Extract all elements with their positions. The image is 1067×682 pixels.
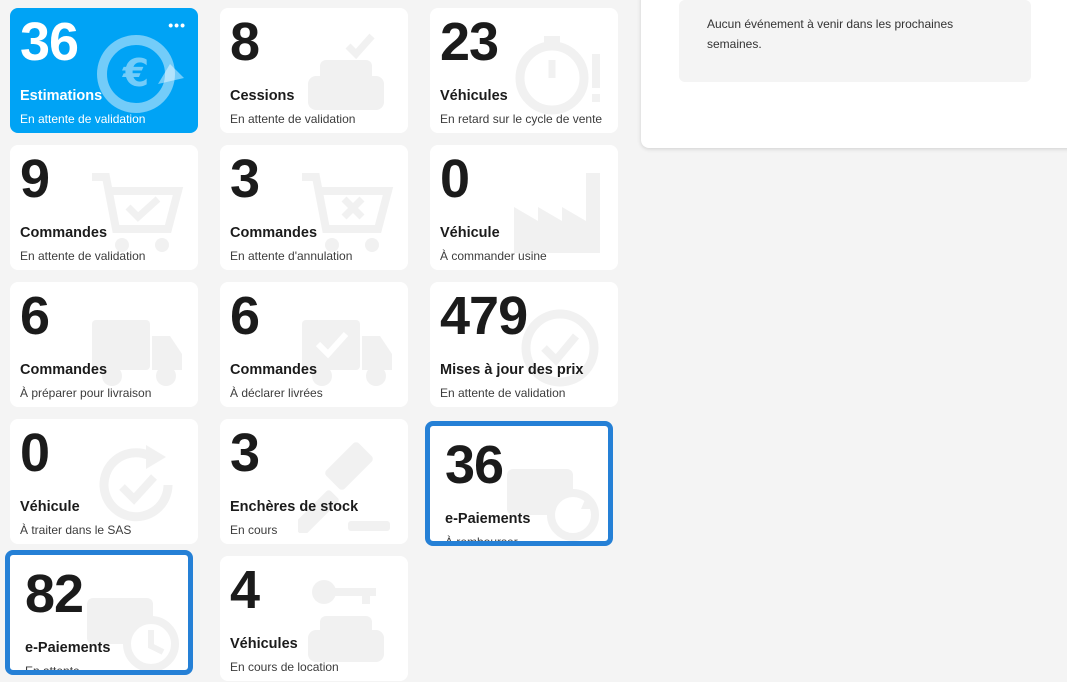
tile-orders-to-declare-delivered[interactable]: 6 Commandes À déclarer livrées: [220, 282, 408, 407]
payment-clock-icon: [83, 578, 179, 670]
tile-title: e-Paiements: [445, 511, 531, 527]
tile-epayments-pending[interactable]: 82 e-Paiements En attente: [5, 550, 193, 675]
tile-orders-pending-validation[interactable]: 9 Commandes En attente de validation: [10, 145, 198, 270]
tile-title: Mises à jour des prix: [440, 362, 584, 378]
tile-vehicle-sas[interactable]: 0 Véhicule À traiter dans le SAS: [10, 419, 198, 544]
svg-text:€: €: [122, 51, 149, 95]
tile-subtitle: En attente de validation: [20, 249, 146, 263]
tile-count: 3: [230, 149, 260, 209]
tile-subtitle: En cours: [230, 523, 278, 537]
truck-check-icon: [298, 300, 394, 396]
tile-title: Véhicule: [440, 225, 500, 241]
tile-subtitle: À préparer pour livraison: [20, 386, 152, 400]
tile-subtitle: En attente de validation: [440, 386, 566, 400]
tile-subtitle: À rembourser: [445, 535, 518, 546]
tile-title: Cessions: [230, 88, 295, 104]
tile-title: Véhicules: [440, 88, 508, 104]
tile-subtitle: En cours de location: [230, 660, 339, 674]
tile-vehicles-late[interactable]: 23 Véhicules En retard sur le cycle de v…: [430, 8, 618, 133]
tile-subtitle: En attente: [25, 664, 80, 675]
cart-cancel-icon: [298, 163, 394, 259]
tile-menu-button[interactable]: •••: [168, 18, 186, 32]
tile-count: 6: [230, 286, 260, 346]
tile-cessions-pending[interactable]: 8 Cessions En attente de validation: [220, 8, 408, 133]
tile-vehicles-rental[interactable]: 4 Véhicules En cours de location: [220, 556, 408, 681]
tile-count: 0: [20, 423, 50, 483]
gavel-icon: [293, 437, 394, 536]
tile-count: 82: [25, 564, 84, 624]
tile-estimations-pending[interactable]: € ••• 36 Estimations En attente de valid…: [10, 8, 198, 133]
tile-count: 36: [445, 435, 504, 495]
tile-count: 23: [440, 12, 499, 72]
upcoming-events-panel: Aucun événement à venir dans les prochai…: [641, 0, 1067, 148]
tile-orders-pending-cancellation[interactable]: 3 Commandes En attente d'annulation: [220, 145, 408, 270]
tile-subtitle: En attente de validation: [230, 112, 356, 126]
car-check-icon: [298, 26, 394, 122]
tile-subtitle: À commander usine: [440, 249, 547, 263]
tile-count: 4: [230, 560, 260, 620]
tile-orders-to-prepare[interactable]: 6 Commandes À préparer pour livraison: [10, 282, 198, 407]
payment-refund-icon: [503, 449, 599, 541]
tile-price-updates[interactable]: 479 Mises à jour des prix En attente de …: [430, 282, 618, 407]
tile-count: 9: [20, 149, 50, 209]
euro-refresh-icon: €: [88, 26, 184, 122]
tile-title: Commandes: [230, 362, 318, 378]
tile-count: 8: [230, 12, 260, 72]
tile-title: Enchères de stock: [230, 499, 359, 515]
tile-count: 0: [440, 149, 470, 209]
cart-check-icon: [88, 163, 184, 259]
tile-title: Commandes: [20, 362, 108, 378]
empty-events-message: Aucun événement à venir dans les prochai…: [707, 17, 954, 51]
tile-count: 36: [20, 12, 79, 72]
tile-count: 6: [20, 286, 50, 346]
tile-title: e-Paiements: [25, 640, 111, 656]
tile-title: Véhicule: [20, 499, 80, 515]
tile-title: Estimations: [20, 88, 103, 104]
tile-epayments-to-refund[interactable]: 36 e-Paiements À rembourser: [425, 421, 613, 546]
tile-subtitle: En retard sur le cycle de vente: [440, 112, 603, 126]
tile-title: Commandes: [20, 225, 108, 241]
tile-stock-auctions[interactable]: 3 Enchères de stock En cours: [220, 419, 408, 544]
tile-title: Véhicules: [230, 636, 298, 652]
tile-title: Commandes: [230, 225, 318, 241]
tile-subtitle: En attente de validation: [20, 112, 146, 126]
factory-icon: [508, 163, 604, 259]
tile-count: 3: [230, 423, 260, 483]
tile-subtitle: À traiter dans le SAS: [20, 523, 132, 537]
refresh-check-icon: [88, 437, 184, 533]
stopwatch-alert-icon: [508, 26, 604, 122]
tile-subtitle: À déclarer livrées: [230, 386, 323, 400]
tile-subtitle: En attente d'annulation: [230, 249, 353, 263]
empty-events-box: Aucun événement à venir dans les prochai…: [679, 0, 1031, 82]
tile-count: 479: [440, 286, 528, 346]
tile-vehicle-factory-order[interactable]: 0 Véhicule À commander usine: [430, 145, 618, 270]
truck-icon: [88, 300, 184, 396]
car-key-icon: [298, 574, 394, 670]
